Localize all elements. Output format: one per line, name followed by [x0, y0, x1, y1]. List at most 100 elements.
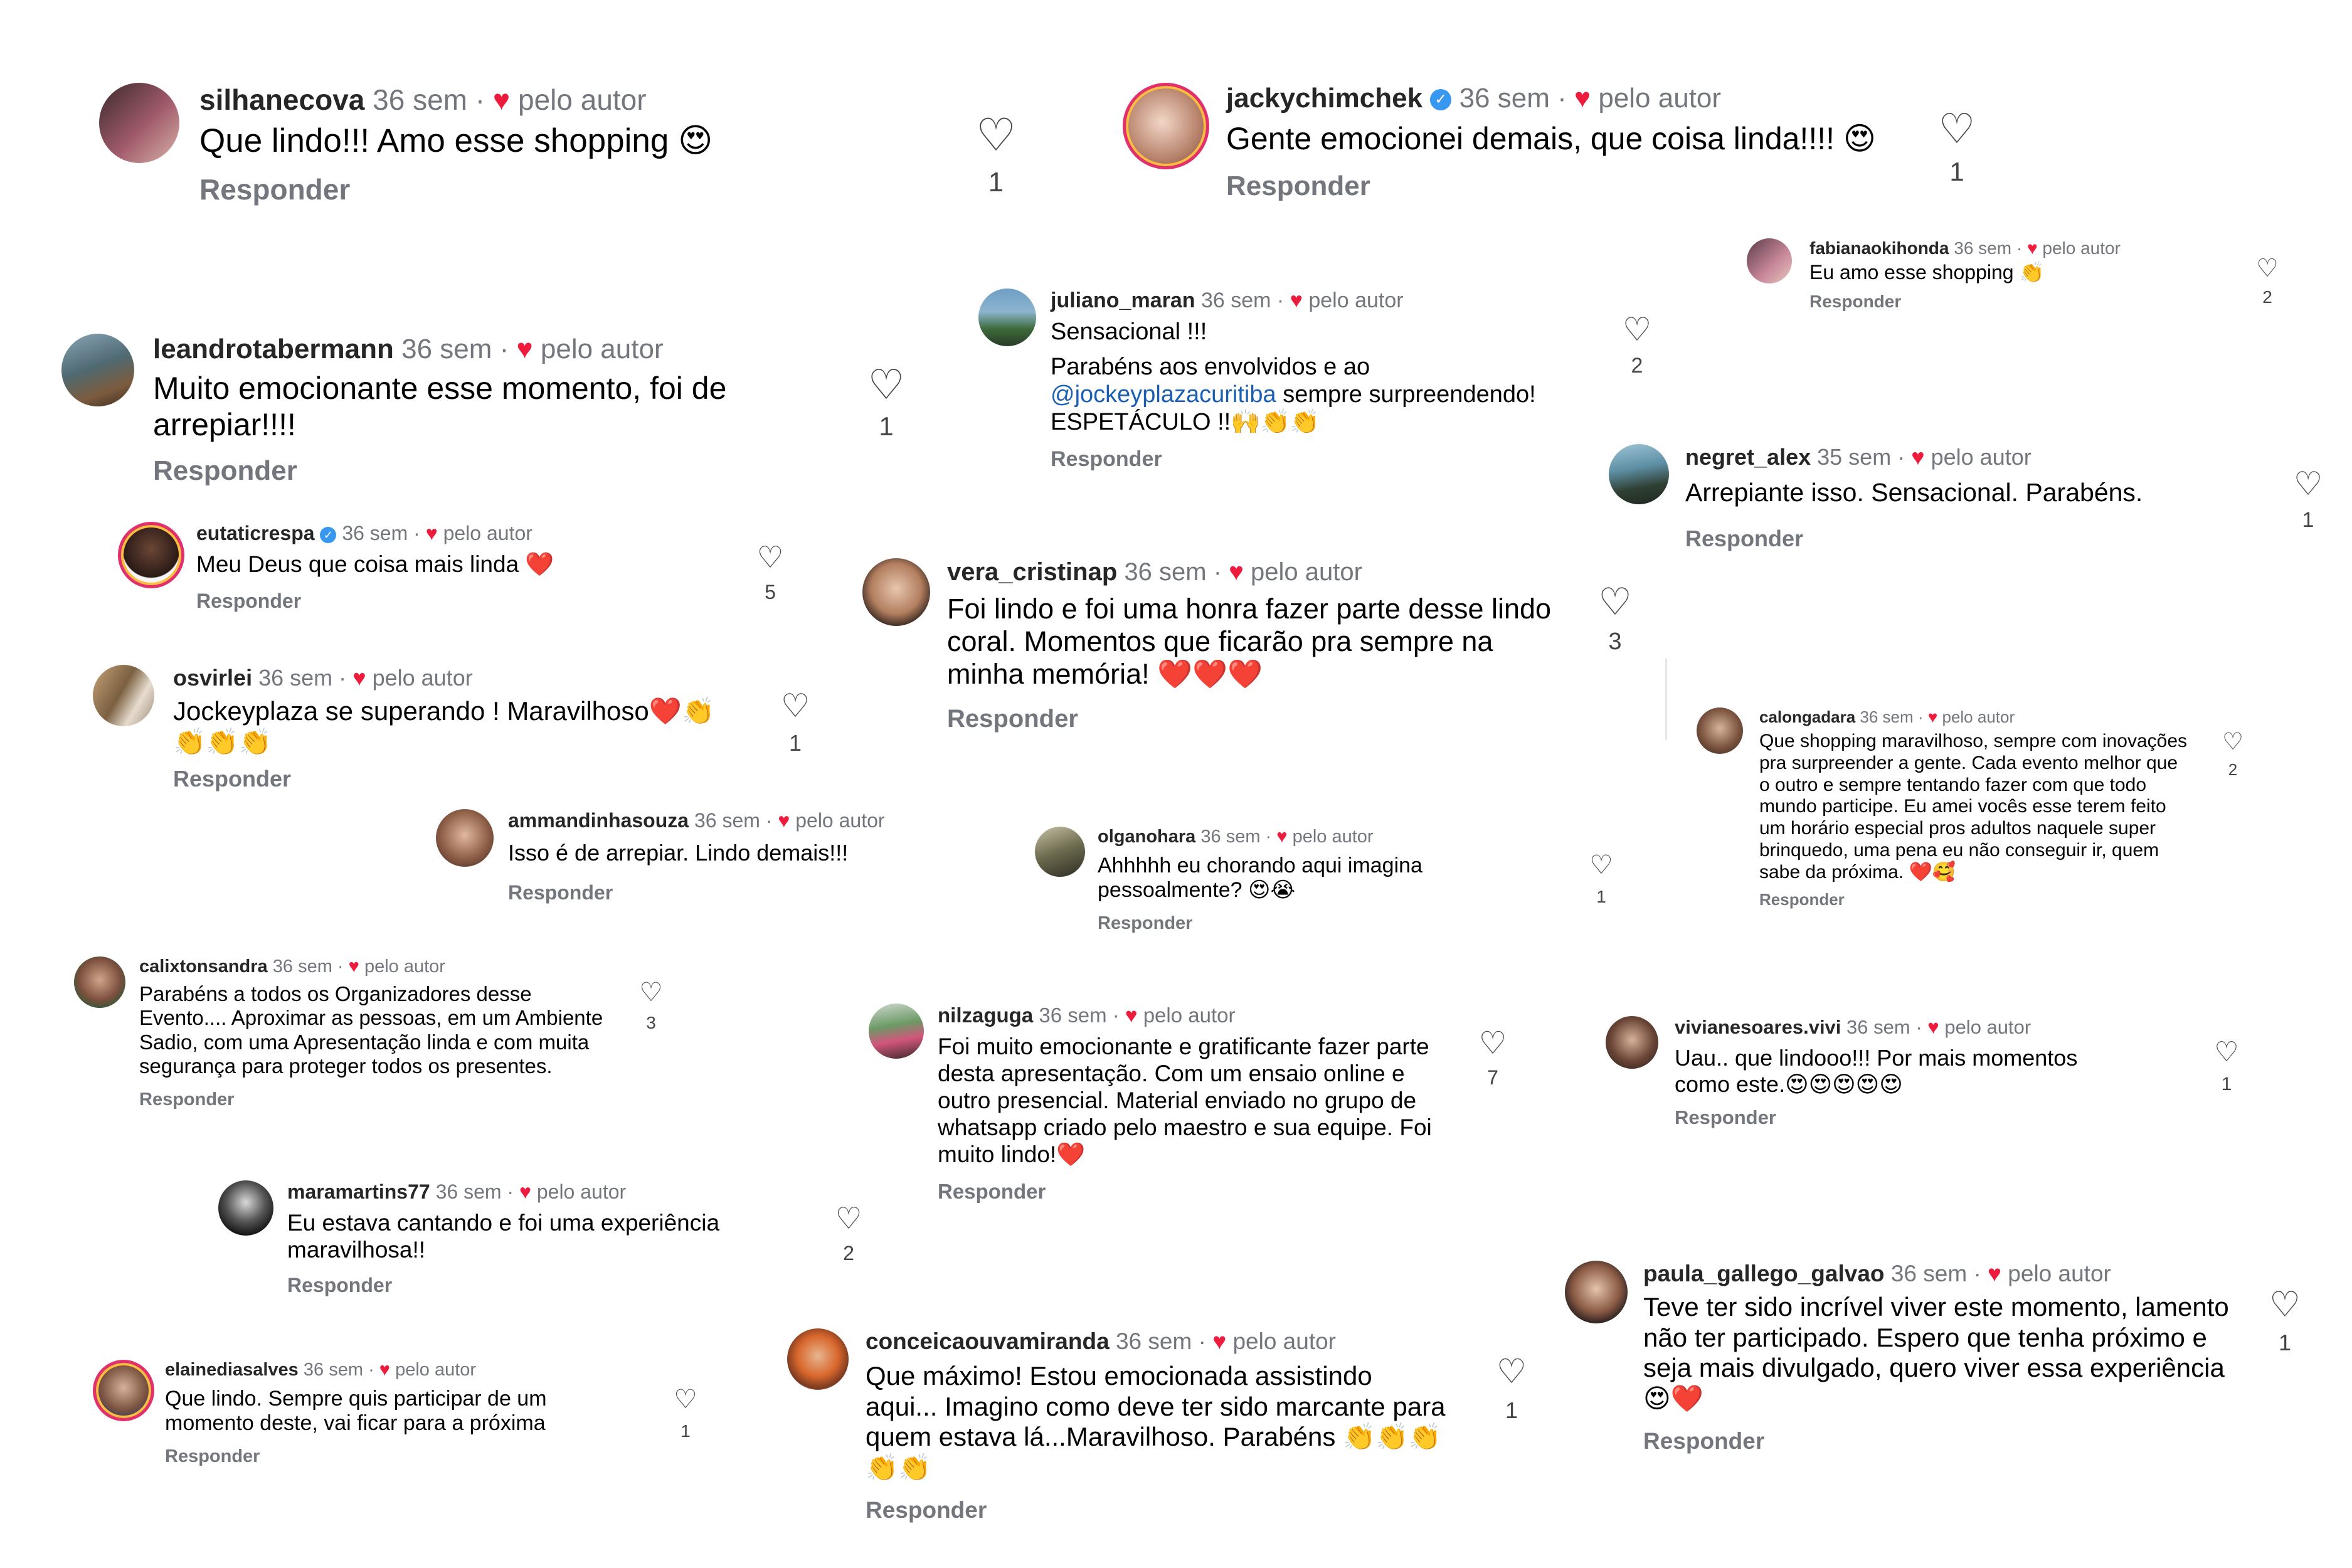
- avatar[interactable]: [118, 522, 184, 588]
- comment-header: leandrotabermann 36 sem · ♥ pelo autor: [153, 334, 780, 365]
- username[interactable]: negret_alex: [1685, 444, 1811, 470]
- username[interactable]: jackychimchek: [1226, 83, 1422, 114]
- avatar[interactable]: [1747, 238, 1792, 283]
- heart-outline-icon[interactable]: ♡: [2260, 1287, 2310, 1322]
- avatar[interactable]: [99, 83, 179, 163]
- reply-button[interactable]: Responder: [508, 881, 909, 904]
- like-count: 3: [646, 1013, 656, 1032]
- reply-button[interactable]: Responder: [1098, 913, 1480, 934]
- avatar[interactable]: [218, 1180, 273, 1236]
- heart-outline-icon[interactable]: ♡: [2208, 1039, 2245, 1066]
- avatar[interactable]: [436, 809, 494, 867]
- heart-filled-icon: ♥: [519, 1180, 531, 1203]
- separator: ·: [1213, 558, 1222, 586]
- reply-button[interactable]: Responder: [199, 172, 858, 206]
- avatar[interactable]: [61, 334, 134, 406]
- username[interactable]: elainediasalves: [165, 1360, 299, 1380]
- username[interactable]: calixtonsandra: [139, 956, 268, 977]
- heart-outline-icon[interactable]: ♡: [1582, 852, 1620, 878]
- heart-outline-icon[interactable]: ♡: [2249, 256, 2286, 281]
- avatar[interactable]: [978, 289, 1036, 346]
- heart-outline-icon[interactable]: ♡: [1471, 1027, 1515, 1059]
- comment-header: vera_cristinap 36 sem · ♥ pelo autor: [947, 558, 1568, 586]
- username[interactable]: fabianaokihonda: [1809, 238, 1949, 258]
- comment: juliano_maran 36 sem · ♥ pelo autor Sens…: [978, 289, 1668, 483]
- heart-outline-icon[interactable]: ♡: [632, 979, 670, 1005]
- reply-button[interactable]: Responder: [1643, 1428, 2245, 1454]
- like-count: 1: [879, 411, 894, 441]
- username[interactable]: juliano_maran: [1051, 289, 1195, 312]
- heart-outline-icon[interactable]: ♡: [827, 1204, 871, 1234]
- username[interactable]: osvirlei: [173, 665, 252, 691]
- heart-outline-icon[interactable]: ♡: [1612, 314, 1662, 346]
- username[interactable]: paula_gallego_galvao: [1643, 1261, 1885, 1286]
- reply-button[interactable]: Responder: [1226, 171, 1947, 202]
- reply-button[interactable]: Responder: [287, 1274, 764, 1297]
- heart-outline-icon[interactable]: ♡: [667, 1386, 704, 1412]
- avatar[interactable]: [1609, 444, 1669, 504]
- comment-header: nilzaguga 36 sem · ♥ pelo autor: [938, 1004, 1439, 1027]
- reply-button[interactable]: Responder: [866, 1497, 1449, 1523]
- username[interactable]: olganohara: [1098, 827, 1195, 847]
- heart-outline-icon[interactable]: ♡: [748, 543, 792, 573]
- comment: calongadara 36 sem · ♥ pelo autor Que sh…: [1697, 707, 2261, 958]
- heart-outline-icon[interactable]: ♡: [770, 690, 820, 723]
- avatar[interactable]: [1606, 1016, 1658, 1069]
- username[interactable]: calongadara: [1759, 707, 1855, 726]
- heart-filled-icon: ♥: [1229, 558, 1244, 586]
- reply-button[interactable]: Responder: [173, 766, 750, 792]
- avatar[interactable]: [1565, 1261, 1628, 1323]
- liked-by-author: pelo autor: [395, 1360, 477, 1380]
- avatar[interactable]: [1123, 83, 1209, 169]
- username[interactable]: nilzaguga: [938, 1004, 1033, 1027]
- heart-outline-icon[interactable]: ♡: [965, 113, 1027, 158]
- reply-button[interactable]: Responder: [139, 1089, 616, 1110]
- reply-button[interactable]: Responder: [1685, 526, 2218, 552]
- separator: ·: [1973, 1261, 1981, 1286]
- comment-header: olganohara 36 sem · ♥ pelo autor: [1098, 827, 1480, 847]
- avatar[interactable]: [862, 558, 930, 626]
- username[interactable]: vivianesoares.vivi: [1675, 1016, 1841, 1038]
- comment-text: Teve ter sido incrível viver este moment…: [1643, 1292, 2229, 1414]
- reply-button[interactable]: Responder: [1809, 292, 2249, 312]
- separator: ·: [765, 809, 773, 832]
- separator: ·: [2016, 238, 2023, 258]
- avatar[interactable]: [1035, 827, 1085, 877]
- reply-button[interactable]: Responder: [1675, 1106, 2139, 1129]
- heart-outline-icon[interactable]: ♡: [855, 364, 918, 405]
- reply-button[interactable]: Responder: [196, 590, 667, 613]
- verified-badge-icon: ✓: [1430, 89, 1452, 111]
- avatar[interactable]: [869, 1004, 924, 1059]
- reply-button[interactable]: Responder: [1051, 447, 1615, 472]
- heart-outline-icon[interactable]: ♡: [1926, 108, 1988, 149]
- username[interactable]: silhanecova: [199, 83, 364, 116]
- heart-filled-icon: ♥: [778, 809, 790, 832]
- username[interactable]: ammandinhasouza: [508, 809, 689, 832]
- reply-button[interactable]: Responder: [165, 1446, 604, 1467]
- reply-button[interactable]: Responder: [938, 1180, 1439, 1204]
- avatar[interactable]: [787, 1328, 849, 1390]
- username[interactable]: conceicaouvamiranda: [866, 1328, 1110, 1354]
- liked-by-author: pelo autor: [1251, 558, 1362, 586]
- heart-filled-icon: ♥: [348, 956, 359, 977]
- heart-filled-icon: ♥: [1574, 83, 1591, 114]
- username[interactable]: eutaticrespa: [196, 522, 315, 544]
- heart-outline-icon[interactable]: ♡: [2283, 468, 2333, 501]
- heart-outline-icon[interactable]: ♡: [1590, 583, 1640, 621]
- heart-outline-icon[interactable]: ♡: [2214, 730, 2252, 754]
- heart-outline-icon[interactable]: ♡: [1486, 1355, 1537, 1389]
- avatar[interactable]: [1697, 707, 1743, 754]
- mention-link[interactable]: @jockeyplazacuritiba: [1051, 381, 1276, 408]
- username[interactable]: leandrotabermann: [153, 334, 394, 364]
- username[interactable]: vera_cristinap: [947, 558, 1117, 586]
- username[interactable]: maramartins77: [287, 1180, 430, 1203]
- comment-text: Foi lindo e foi uma honra fazer parte de…: [947, 593, 1552, 691]
- reply-button[interactable]: Responder: [1759, 890, 2192, 909]
- avatar[interactable]: [93, 1360, 154, 1421]
- reply-button[interactable]: Responder: [947, 705, 1568, 733]
- avatar[interactable]: [93, 665, 154, 726]
- avatar[interactable]: [74, 956, 125, 1008]
- liked-by-author: pelo autor: [1292, 827, 1374, 847]
- reply-button[interactable]: Responder: [153, 455, 780, 487]
- timestamp: 36 sem: [1860, 707, 1914, 726]
